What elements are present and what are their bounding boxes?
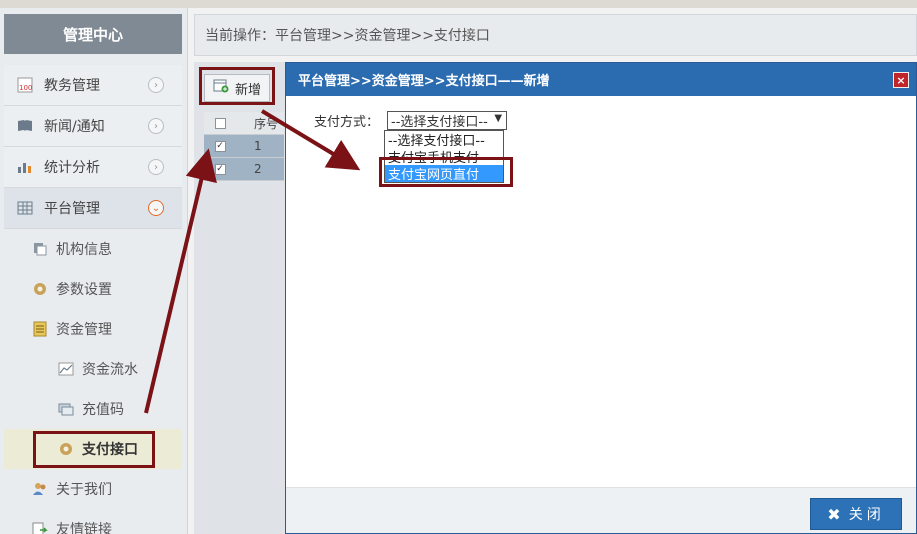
row-checkbox[interactable]: ✓ bbox=[214, 140, 226, 152]
chevron-down-icon: ⌄ bbox=[148, 200, 164, 216]
sidebar-item-label: 资金管理 bbox=[56, 322, 112, 338]
sidebar-item-label: 关于我们 bbox=[56, 482, 112, 498]
sidebar-menu: 100 教务管理 › 新闻/通知 › 统计分析 › 平台管理 ⌄ 机构信息 参数… bbox=[4, 65, 182, 534]
dialog-title-bar: 平台管理>>资金管理>>支付接口——新增 × bbox=[286, 63, 916, 96]
select-value: --选择支付接口-- bbox=[391, 115, 488, 130]
row-number: 1 bbox=[254, 139, 262, 153]
close-x-icon: ✖ bbox=[827, 504, 841, 524]
line-chart-icon bbox=[58, 361, 74, 377]
table-row[interactable]: ✓ 1 bbox=[204, 135, 284, 158]
payment-method-label: 支付方式： bbox=[314, 115, 380, 130]
sidebar-item-label: 平台管理 bbox=[44, 201, 100, 217]
close-button[interactable]: ✖ 关闭 bbox=[810, 498, 902, 530]
sidebar-item-platform[interactable]: 平台管理 ⌄ bbox=[4, 188, 182, 229]
bar-chart-icon bbox=[16, 159, 34, 175]
sidebar-subsub-payment-interface[interactable]: 支付接口 bbox=[4, 429, 182, 469]
dialog-title: 平台管理>>资金管理>>支付接口——新增 bbox=[298, 74, 550, 89]
sidebar-sub-links[interactable]: 友情链接 bbox=[4, 509, 182, 534]
svg-text:100: 100 bbox=[19, 84, 32, 92]
sidebar-item-academic[interactable]: 100 教务管理 › bbox=[4, 65, 182, 106]
dropdown-option[interactable]: --选择支付接口-- bbox=[385, 131, 503, 149]
calendar-grid-icon bbox=[16, 200, 34, 216]
sidebar-item-label: 教务管理 bbox=[44, 78, 100, 94]
row-number: 2 bbox=[254, 162, 262, 176]
sidebar-item-label: 参数设置 bbox=[56, 282, 112, 298]
dropdown-option-highlighted[interactable]: 支付宝网页直付 bbox=[385, 165, 503, 183]
sidebar-header: 管理中心 bbox=[4, 14, 182, 54]
chevron-right-icon: › bbox=[148, 77, 164, 93]
org-icon bbox=[32, 241, 48, 257]
chevron-right-icon: › bbox=[148, 118, 164, 134]
row-checkbox[interactable]: ✓ bbox=[214, 163, 226, 175]
sidebar-item-label: 机构信息 bbox=[56, 242, 112, 258]
payment-method-dropdown: --选择支付接口-- 支付宝手机支付 支付宝网页直付 bbox=[384, 130, 504, 183]
add-button-label: 新增 bbox=[234, 82, 261, 98]
gear-icon bbox=[32, 281, 48, 297]
dropdown-arrow-icon: ▼ bbox=[494, 113, 503, 124]
sidebar-item-label: 资金流水 bbox=[82, 362, 138, 378]
sidebar-sub-funds[interactable]: 资金管理 bbox=[4, 309, 182, 349]
report-icon: 100 bbox=[16, 77, 34, 93]
cards-icon bbox=[58, 401, 74, 417]
add-button[interactable]: 新增 bbox=[204, 74, 270, 102]
people-icon bbox=[32, 481, 48, 497]
top-strip bbox=[0, 0, 917, 8]
sidebar-item-label: 支付接口 bbox=[82, 442, 138, 458]
table-row[interactable]: ✓ 2 bbox=[204, 158, 284, 181]
sidebar-sub-org-info[interactable]: 机构信息 bbox=[4, 229, 182, 269]
sidebar-subsub-recharge-code[interactable]: 充值码 bbox=[4, 389, 182, 429]
dialog-footer: ✖ 关闭 bbox=[286, 487, 916, 533]
payment-method-select[interactable]: --选择支付接口-- ▼ bbox=[387, 111, 508, 130]
grid-header-num: 序号 bbox=[254, 116, 279, 131]
close-button-label: 关闭 bbox=[848, 507, 885, 523]
sidebar-sub-params[interactable]: 参数设置 bbox=[4, 269, 182, 309]
payment-method-row: 支付方式： --选择支付接口-- ▼ bbox=[314, 111, 508, 130]
book-icon bbox=[16, 118, 34, 134]
gear-icon bbox=[58, 441, 74, 457]
breadcrumb: 当前操作：平台管理>>资金管理>>支付接口 bbox=[194, 14, 917, 56]
add-payment-dialog: 平台管理>>资金管理>>支付接口——新增 × 支付方式： --选择支付接口-- … bbox=[285, 62, 917, 534]
select-all-checkbox[interactable] bbox=[214, 117, 226, 129]
close-icon[interactable]: × bbox=[893, 72, 909, 88]
data-grid: 序号 ✓ 1 ✓ 2 bbox=[204, 112, 284, 181]
sidebar: 管理中心 100 教务管理 › 新闻/通知 › 统计分析 › 平台管理 ⌄ 机构… bbox=[0, 8, 188, 534]
sidebar-item-news[interactable]: 新闻/通知 › bbox=[4, 106, 182, 147]
sidebar-item-label: 充值码 bbox=[82, 402, 124, 418]
sidebar-sub-about[interactable]: 关于我们 bbox=[4, 469, 182, 509]
sidebar-item-label: 新闻/通知 bbox=[44, 119, 105, 135]
sidebar-item-label: 友情链接 bbox=[56, 522, 112, 534]
dropdown-option[interactable]: 支付宝手机支付 bbox=[385, 148, 503, 166]
grid-header-row: 序号 bbox=[204, 112, 284, 135]
sidebar-item-statistics[interactable]: 统计分析 › bbox=[4, 147, 182, 188]
sidebar-item-label: 统计分析 bbox=[44, 160, 100, 176]
ledger-icon bbox=[32, 321, 48, 337]
sidebar-subsub-fund-flow[interactable]: 资金流水 bbox=[4, 349, 182, 389]
chevron-right-icon: › bbox=[148, 159, 164, 175]
add-icon bbox=[213, 79, 229, 97]
link-icon bbox=[32, 521, 48, 534]
